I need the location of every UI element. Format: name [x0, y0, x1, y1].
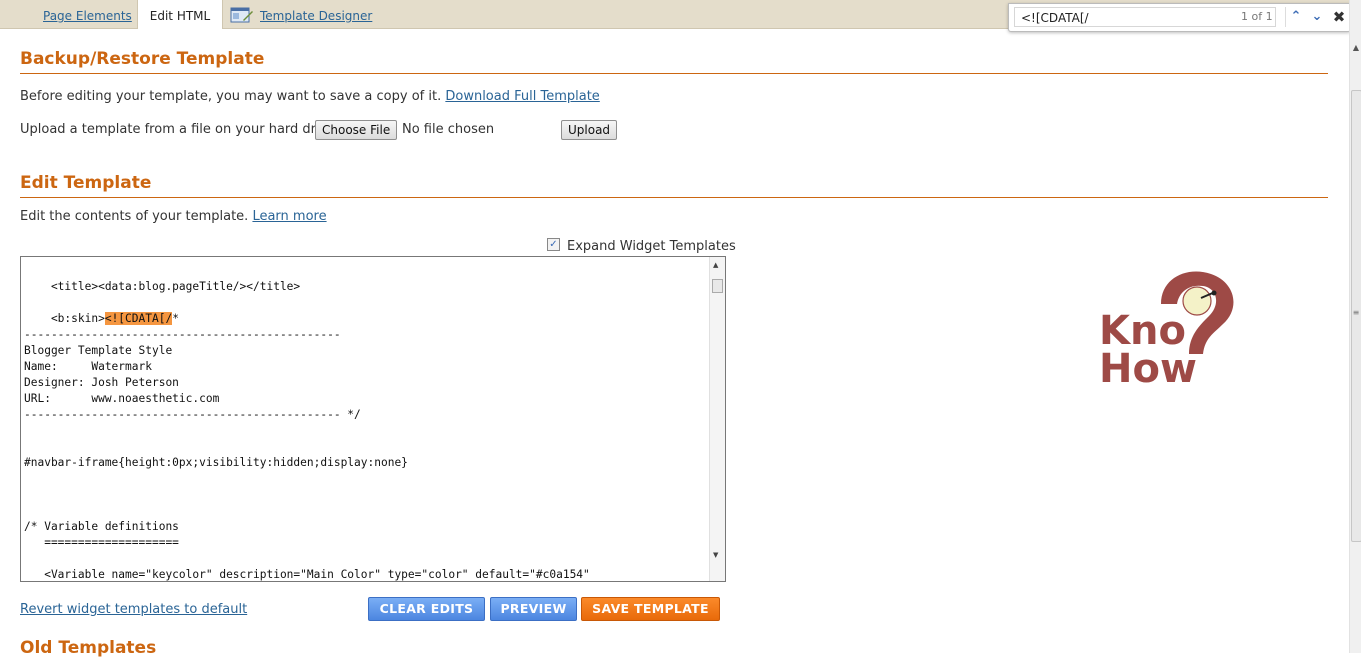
lightbulb-dot: [1211, 290, 1217, 296]
upload-label: Upload a template from a file on your ha…: [20, 122, 340, 137]
code-line: ----------------------------------------…: [24, 408, 361, 421]
code-line: ----------------------------------------…: [24, 328, 341, 341]
scroll-grip-icon: ≡: [1352, 308, 1360, 317]
expand-widget-templates-checkbox[interactable]: ✓: [547, 238, 560, 251]
edit-template-heading: Edit Template: [20, 173, 152, 193]
backup-restore-heading: Backup/Restore Template: [20, 49, 265, 69]
lightbulb-icon: [1182, 286, 1212, 316]
old-templates-heading: Old Templates: [20, 638, 157, 658]
choose-file-button[interactable]: Choose File: [315, 120, 398, 140]
editor-scroll-up-icon[interactable]: ▲: [713, 261, 718, 269]
expand-widget-templates-label: Expand Widget Templates: [567, 239, 736, 254]
code-line: URL: www.noaesthetic.com: [24, 392, 220, 405]
knowhow-logo: Kno How: [1099, 271, 1234, 388]
no-file-chosen-text: No file chosen: [402, 122, 495, 137]
backup-intro: Before editing your template, you may wa…: [20, 89, 600, 104]
code-line: ====================: [24, 536, 179, 549]
download-full-template-link[interactable]: Download Full Template: [445, 89, 599, 104]
code-line-tail: *: [172, 312, 179, 325]
search-highlight: <![CDATA[/: [104, 312, 173, 325]
find-input[interactable]: <![CDATA[/: [1014, 7, 1276, 27]
page-scrollbar[interactable]: ▲ ≡: [1349, 0, 1361, 653]
editor-scrollbar[interactable]: ▲ ▼: [709, 257, 725, 581]
code-line: <Variable name="keycolor" description="M…: [24, 568, 590, 581]
edit-intro: Edit the contents of your template. Lear…: [20, 209, 327, 224]
find-bar: <![CDATA[/ 1 of 1 ⌃ ⌄ ✖: [1008, 3, 1351, 32]
find-next-button[interactable]: ⌄: [1307, 7, 1327, 27]
learn-more-link[interactable]: Learn more: [252, 209, 326, 224]
template-designer-icon: [230, 7, 253, 23]
logo-text-how: How: [1099, 346, 1197, 388]
scroll-up-icon[interactable]: ▲: [1352, 44, 1360, 52]
code-line: <title><data:blog.pageTitle/></title>: [24, 280, 301, 293]
close-icon[interactable]: ✖: [1329, 7, 1349, 27]
code-line: Blogger Template Style: [24, 344, 173, 357]
section-divider: [20, 197, 1328, 198]
section-divider: [20, 73, 1328, 74]
code-line: Designer: Josh Peterson: [24, 376, 179, 389]
editor-scroll-down-icon[interactable]: ▼: [713, 551, 718, 559]
clear-edits-button[interactable]: CLEAR EDITS: [368, 597, 485, 621]
save-template-button[interactable]: SAVE TEMPLATE: [581, 597, 720, 621]
backup-intro-text: Before editing your template, you may wa…: [20, 89, 442, 104]
tab-edit-html[interactable]: Edit HTML: [137, 0, 223, 29]
code-line: Name: Watermark: [24, 360, 152, 373]
code-line: /* Variable definitions: [24, 520, 179, 533]
code-line: #navbar-iframe{height:0px;visibility:hid…: [24, 456, 408, 469]
edit-intro-text: Edit the contents of your template.: [20, 209, 249, 224]
code-line: <b:skin><![CDATA[/*: [24, 312, 179, 325]
find-previous-button[interactable]: ⌃: [1285, 7, 1306, 27]
editor-scrollbar-thumb[interactable]: [712, 279, 723, 293]
tab-template-designer-label[interactable]: Template Designer: [260, 0, 372, 32]
tab-page-elements[interactable]: Page Elements: [43, 0, 132, 28]
preview-button[interactable]: PREVIEW: [490, 597, 577, 621]
upload-button[interactable]: Upload: [561, 120, 618, 140]
revert-widget-templates-link[interactable]: Revert widget templates to default: [20, 602, 247, 617]
template-code-editor[interactable]: <title><data:blog.pageTitle/></title> <b…: [20, 256, 726, 582]
find-match-count: 1 of 1: [1241, 10, 1273, 23]
template-code[interactable]: <title><data:blog.pageTitle/></title> <b…: [24, 279, 590, 581]
